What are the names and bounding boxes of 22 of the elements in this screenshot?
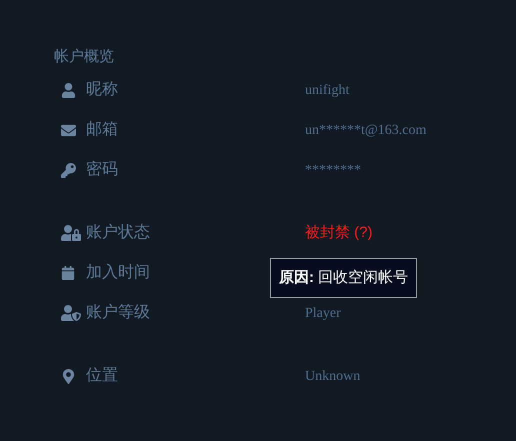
field-label: 账户等级 bbox=[86, 302, 150, 323]
map-pin-icon bbox=[61, 368, 76, 384]
field-value: unifight bbox=[305, 82, 350, 100]
section-title: 帐户概览 bbox=[54, 47, 114, 67]
field-value: Player bbox=[305, 304, 341, 322]
field-label: 邮箱 bbox=[86, 120, 118, 140]
user-lock-icon bbox=[61, 223, 81, 243]
field-value: un******t@163.com bbox=[305, 122, 426, 140]
tooltip: 原因: 回收空闲帐号 bbox=[270, 258, 418, 298]
user-icon bbox=[61, 82, 76, 98]
field-label: 位置 bbox=[86, 366, 118, 386]
field-label: 昵称 bbox=[86, 80, 118, 100]
calendar-icon bbox=[61, 266, 75, 280]
envelope-icon bbox=[61, 122, 76, 138]
field-value: Unknown bbox=[305, 368, 360, 386]
user-shield-icon bbox=[61, 303, 81, 323]
field-value: ******** bbox=[305, 162, 361, 180]
field-label: 账户状态 bbox=[86, 222, 150, 243]
key-icon bbox=[61, 162, 76, 178]
field-value: 被封禁 (?) bbox=[305, 222, 372, 243]
field-label: 加入时间 bbox=[86, 262, 150, 283]
field-label: 密码 bbox=[86, 160, 118, 180]
